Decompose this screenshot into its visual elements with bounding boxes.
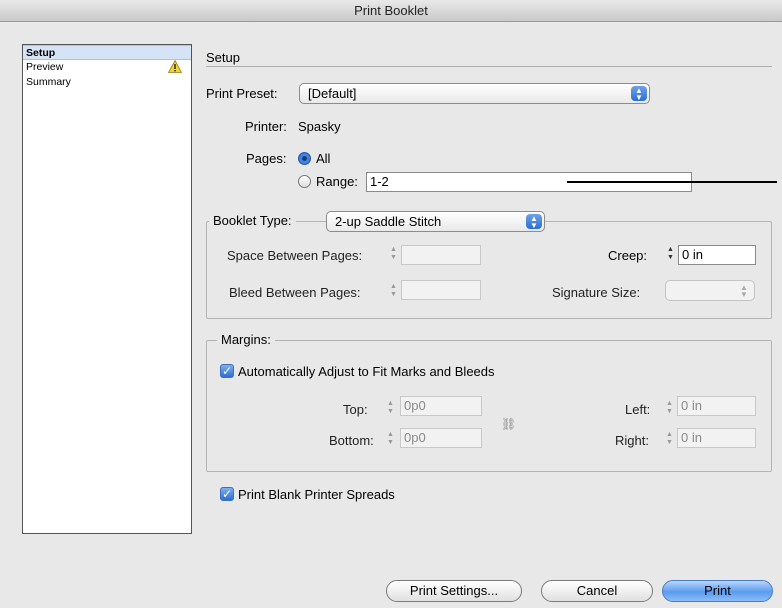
margin-right-stepper[interactable]: ▲ ▼ bbox=[664, 431, 675, 449]
annotation-pointer-line bbox=[567, 181, 777, 183]
warning-icon bbox=[168, 60, 182, 73]
section-divider bbox=[206, 66, 772, 67]
sidebar-list: Setup Preview Summary bbox=[22, 44, 192, 534]
auto-adjust-label: Automatically Adjust to Fit Marks and Bl… bbox=[238, 364, 495, 379]
bleed-between-stepper[interactable]: ▲ ▼ bbox=[388, 283, 399, 301]
creep-label: Creep: bbox=[608, 248, 648, 263]
booklet-type-popup[interactable]: 2-up Saddle Stitch ▲ ▼ bbox=[326, 211, 545, 232]
space-between-label: Space Between Pages: bbox=[227, 248, 363, 263]
booklet-type-label-text: Booklet Type: bbox=[213, 213, 292, 228]
sidebar-item-label: Setup bbox=[26, 47, 56, 59]
bleed-between-input[interactable] bbox=[401, 280, 481, 300]
margin-top-stepper[interactable]: ▲ ▼ bbox=[385, 400, 396, 418]
margins-label: Margins: bbox=[217, 332, 275, 347]
sidebar-item-label: Preview bbox=[26, 61, 64, 73]
margin-bottom-label: Bottom: bbox=[329, 433, 374, 448]
auto-adjust-checkbox[interactable]: ✓ bbox=[220, 364, 234, 378]
margin-top-input[interactable]: 0p0 bbox=[400, 396, 482, 416]
margin-right-input[interactable]: 0 in bbox=[677, 428, 756, 448]
print-blank-spreads-checkbox[interactable]: ✓ bbox=[220, 487, 234, 501]
booklet-type-label: Booklet Type: bbox=[209, 213, 296, 228]
chain-link-icon[interactable]: ⛓ bbox=[501, 417, 516, 431]
margin-left-label: Left: bbox=[625, 402, 651, 417]
cancel-button[interactable]: Cancel bbox=[541, 580, 653, 602]
pages-range-label: Range: bbox=[316, 174, 358, 189]
sidebar-item-summary[interactable]: Summary bbox=[23, 75, 191, 90]
print-button[interactable]: Print bbox=[662, 580, 773, 602]
pages-all-radio[interactable] bbox=[298, 152, 311, 165]
print-blank-spreads-label: Print Blank Printer Spreads bbox=[238, 487, 395, 502]
margin-left-input[interactable]: 0 in bbox=[677, 396, 756, 416]
chevron-updown-icon: ▲ ▼ bbox=[526, 214, 542, 230]
print-preset-label: Print Preset: bbox=[206, 86, 278, 101]
margin-right-label: Right: bbox=[615, 433, 649, 448]
margin-top-label: Top: bbox=[343, 402, 368, 417]
print-preset-popup[interactable]: [Default] ▲ ▼ bbox=[299, 83, 650, 104]
pages-all-label: All bbox=[316, 151, 331, 166]
chevron-updown-icon: ▲ ▼ bbox=[631, 86, 647, 102]
creep-input[interactable]: 0 in bbox=[678, 245, 756, 265]
window-title: Print Booklet bbox=[0, 0, 782, 22]
print-settings-button[interactable]: Print Settings... bbox=[386, 580, 522, 602]
margin-left-stepper[interactable]: ▲ ▼ bbox=[664, 400, 675, 418]
section-title: Setup bbox=[206, 50, 240, 65]
sidebar-item-preview[interactable]: Preview bbox=[23, 60, 191, 75]
creep-stepper[interactable]: ▲ ▼ bbox=[665, 246, 676, 264]
pages-label: Pages: bbox=[246, 151, 287, 166]
space-between-input[interactable] bbox=[401, 245, 481, 265]
margin-bottom-input[interactable]: 0p0 bbox=[400, 428, 482, 448]
sidebar-item-setup[interactable]: Setup bbox=[23, 45, 191, 60]
bleed-between-label: Bleed Between Pages: bbox=[229, 285, 361, 300]
booklet-group bbox=[206, 221, 772, 319]
sidebar-item-label: Summary bbox=[26, 76, 71, 88]
printer-value: Spasky bbox=[298, 119, 341, 134]
signature-size-label: Signature Size: bbox=[552, 285, 641, 300]
margin-bottom-stepper[interactable]: ▲ ▼ bbox=[385, 431, 396, 449]
print-preset-value: [Default] bbox=[308, 86, 357, 101]
signature-size-popup[interactable]: ▲ ▼ bbox=[665, 280, 755, 301]
space-between-stepper[interactable]: ▲ ▼ bbox=[388, 246, 399, 264]
printer-label: Printer: bbox=[245, 119, 287, 134]
pages-range-radio[interactable] bbox=[298, 175, 311, 188]
chevron-updown-icon: ▲ ▼ bbox=[740, 283, 748, 299]
booklet-type-value: 2-up Saddle Stitch bbox=[335, 214, 442, 229]
